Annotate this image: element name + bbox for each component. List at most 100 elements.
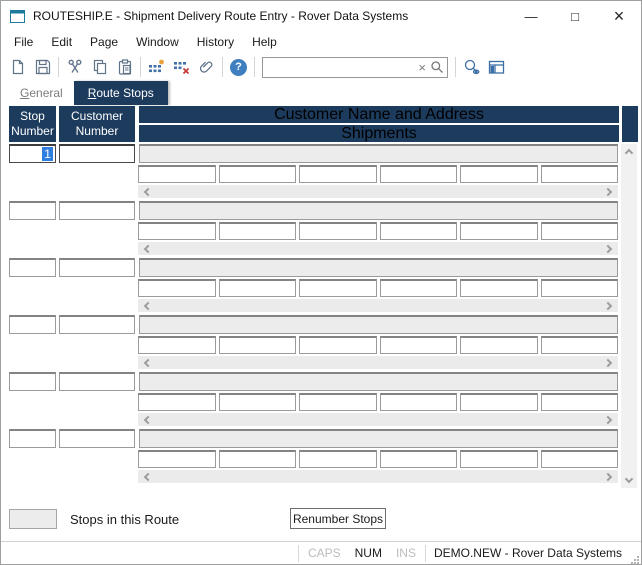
shipment-input[interactable] [541,165,619,183]
customer-number-input[interactable] [59,315,135,334]
stop-number-field[interactable] [9,429,56,448]
shipments-hscrollbar[interactable] [138,413,618,426]
shipment-input[interactable] [460,222,538,240]
shipment-input[interactable] [138,279,216,297]
shipment-input[interactable] [138,336,216,354]
search-icon[interactable] [430,60,444,74]
clear-search-icon[interactable]: × [414,60,430,75]
shipment-input[interactable] [138,222,216,240]
shipment-input[interactable] [460,336,538,354]
shipment-input[interactable] [138,165,216,183]
stop-number-field[interactable]: 1 [9,144,56,163]
copy-button[interactable] [87,55,112,79]
delete-rows-button[interactable] [169,55,194,79]
shipments-hscrollbar[interactable] [138,299,618,312]
shipment-input[interactable] [460,393,538,411]
scroll-left-icon[interactable] [144,472,152,480]
shipment-input[interactable] [299,336,377,354]
customer-number-input[interactable] [59,429,135,448]
shipment-input[interactable] [460,279,538,297]
shipment-input[interactable] [138,393,216,411]
scroll-right-icon[interactable] [604,472,612,480]
shipment-input[interactable] [219,222,297,240]
tab-route-stops[interactable]: Route Stops [74,81,168,105]
layout-view-button[interactable] [484,55,509,79]
shipments-hscrollbar[interactable] [138,470,618,483]
shipments-hscrollbar[interactable] [138,356,618,369]
menu-page[interactable]: Page [81,32,127,52]
keyboard-lock-indicators: CAPS NUM INS [299,546,425,560]
scroll-down-icon[interactable] [625,475,633,483]
new-document-button[interactable] [5,55,30,79]
insert-rows-button[interactable] [144,55,169,79]
shipments-row [138,279,618,297]
scroll-right-icon[interactable] [604,301,612,309]
scroll-left-icon[interactable] [144,301,152,309]
renumber-stops-button[interactable]: Renumber Stops [290,508,386,529]
search-input[interactable] [266,60,414,74]
save-button[interactable] [30,55,55,79]
stop-number-field[interactable] [9,201,56,220]
shipment-input[interactable] [380,336,458,354]
scroll-right-icon[interactable] [604,415,612,423]
shipment-input[interactable] [299,279,377,297]
shipment-input[interactable] [299,222,377,240]
shipment-input[interactable] [380,279,458,297]
cut-button[interactable] [62,55,87,79]
customer-number-input[interactable] [59,201,135,220]
shipment-input[interactable] [299,393,377,411]
menu-history[interactable]: History [188,32,243,52]
scroll-right-icon[interactable] [604,187,612,195]
vertical-scrollbar[interactable] [621,144,637,488]
stop-number-field[interactable] [9,372,56,391]
scroll-left-icon[interactable] [144,244,152,252]
customer-name-address-field [139,144,618,163]
menu-file[interactable]: File [5,32,42,52]
scroll-left-icon[interactable] [144,415,152,423]
find-preview-button[interactable] [459,55,484,79]
scroll-left-icon[interactable] [144,187,152,195]
shipment-input[interactable] [541,450,619,468]
shipment-input[interactable] [380,393,458,411]
layout-view-icon [488,59,505,75]
shipment-input[interactable] [299,450,377,468]
customer-number-input[interactable] [59,144,135,163]
help-button[interactable]: ? [226,55,251,79]
shipment-input[interactable] [219,165,297,183]
resize-grip[interactable] [630,548,640,564]
customer-number-input[interactable] [59,258,135,277]
shipment-input[interactable] [460,450,538,468]
shipment-input[interactable] [219,336,297,354]
shipment-input[interactable] [299,165,377,183]
shipment-input[interactable] [541,222,619,240]
shipment-input[interactable] [219,279,297,297]
shipment-input[interactable] [541,336,619,354]
minimize-button[interactable]: — [509,1,553,31]
shipments-hscrollbar[interactable] [138,242,618,255]
shipment-input[interactable] [219,393,297,411]
maximize-button[interactable]: □ [553,1,597,31]
shipment-input[interactable] [380,450,458,468]
menu-help[interactable]: Help [243,32,286,52]
shipment-input[interactable] [460,165,538,183]
shipment-input[interactable] [541,393,619,411]
shipment-input[interactable] [380,165,458,183]
stop-number-field[interactable] [9,258,56,277]
scroll-right-icon[interactable] [604,358,612,366]
close-button[interactable]: × [597,1,641,31]
stop-number-field[interactable] [9,315,56,334]
scroll-left-icon[interactable] [144,358,152,366]
paste-button[interactable] [112,55,137,79]
shipment-input[interactable] [380,222,458,240]
scroll-right-icon[interactable] [604,244,612,252]
shipment-input[interactable] [138,450,216,468]
attachments-button[interactable] [194,55,219,79]
menu-edit[interactable]: Edit [42,32,81,52]
tab-general[interactable]: General [9,81,74,105]
scroll-up-icon[interactable] [625,149,633,157]
shipments-hscrollbar[interactable] [138,185,618,198]
customer-number-input[interactable] [59,372,135,391]
shipment-input[interactable] [541,279,619,297]
shipment-input[interactable] [219,450,297,468]
menu-window[interactable]: Window [127,32,188,52]
